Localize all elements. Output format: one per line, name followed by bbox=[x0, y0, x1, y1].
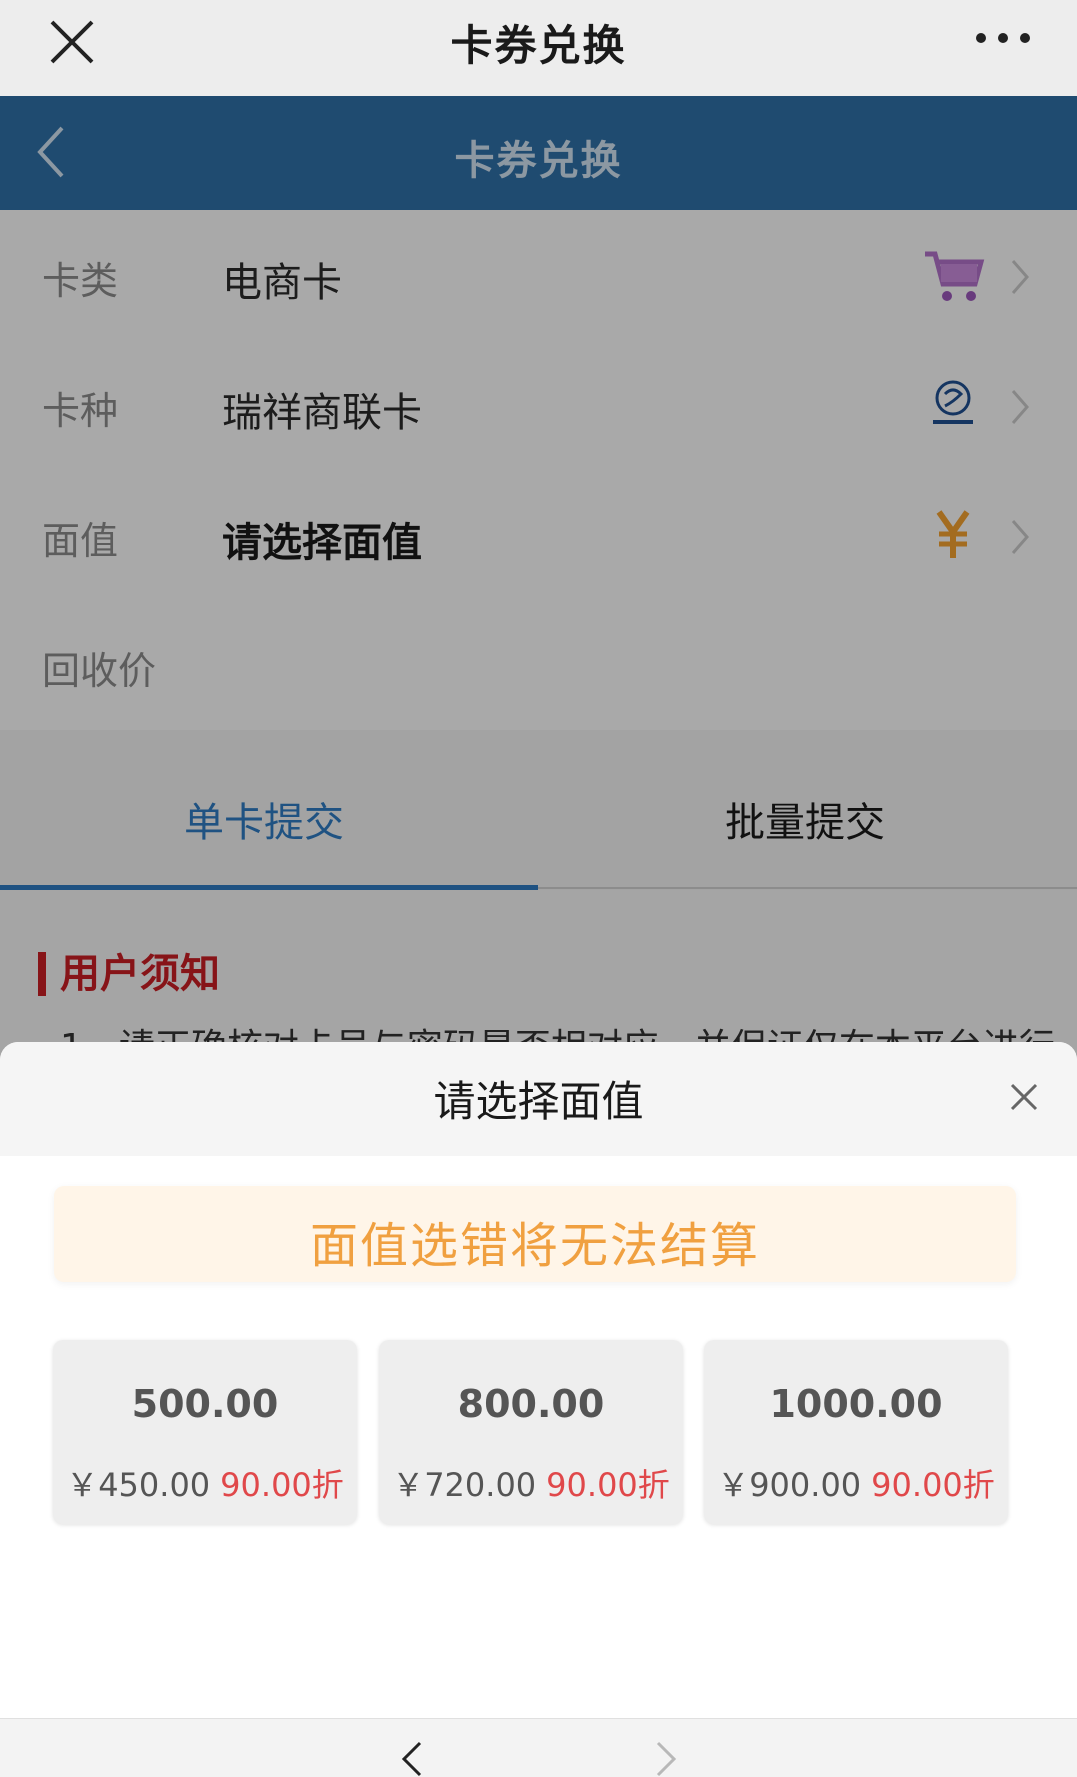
option-discount: 90.00折 bbox=[871, 1466, 995, 1504]
face-value-option[interactable]: 500.00 ￥450.00 90.00折 bbox=[53, 1340, 357, 1524]
option-price: ￥720.00 bbox=[392, 1466, 537, 1504]
page: 卡券兑换 卡券兑换 卡类 电商卡 卡种 瑞祥商联卡 面值 请选择面值 回收价 单… bbox=[0, 0, 1077, 1777]
wechat-top-bar: 卡券兑换 bbox=[0, 0, 1077, 97]
option-face-value: 1000.00 bbox=[769, 1382, 943, 1426]
option-price: ￥450.00 bbox=[66, 1466, 211, 1504]
window-title: 卡券兑换 bbox=[450, 21, 627, 70]
nav-back-icon[interactable] bbox=[398, 1739, 424, 1777]
option-face-value: 800.00 bbox=[457, 1382, 605, 1426]
option-face-value: 500.00 bbox=[131, 1382, 279, 1426]
sheet-title: 请选择面值 bbox=[433, 1077, 644, 1126]
more-icon[interactable] bbox=[973, 26, 1033, 50]
warning-banner: 面值选错将无法结算 bbox=[54, 1186, 1016, 1282]
option-price: ￥900.00 bbox=[717, 1466, 862, 1504]
option-discount: 90.00折 bbox=[546, 1466, 670, 1504]
sheet-header: 请选择面值 bbox=[0, 1042, 1077, 1156]
close-icon[interactable] bbox=[1009, 1082, 1039, 1112]
browser-nav-bar bbox=[0, 1718, 1077, 1777]
warning-text: 面值选错将无法结算 bbox=[309, 1218, 760, 1274]
face-value-option[interactable]: 800.00 ￥720.00 90.00折 bbox=[379, 1340, 683, 1524]
option-price-line: ￥720.00 90.00折 bbox=[379, 1460, 683, 1506]
face-value-sheet: 请选择面值 面值选错将无法结算 500.00 ￥450.00 90.00折 800… bbox=[0, 1042, 1077, 1777]
option-price-line: ￥900.00 90.00折 bbox=[704, 1460, 1008, 1506]
nav-forward-icon[interactable] bbox=[654, 1739, 680, 1777]
face-value-option[interactable]: 1000.00 ￥900.00 90.00折 bbox=[704, 1340, 1008, 1524]
option-discount: 90.00折 bbox=[220, 1466, 344, 1504]
option-price-line: ￥450.00 90.00折 bbox=[53, 1460, 357, 1506]
